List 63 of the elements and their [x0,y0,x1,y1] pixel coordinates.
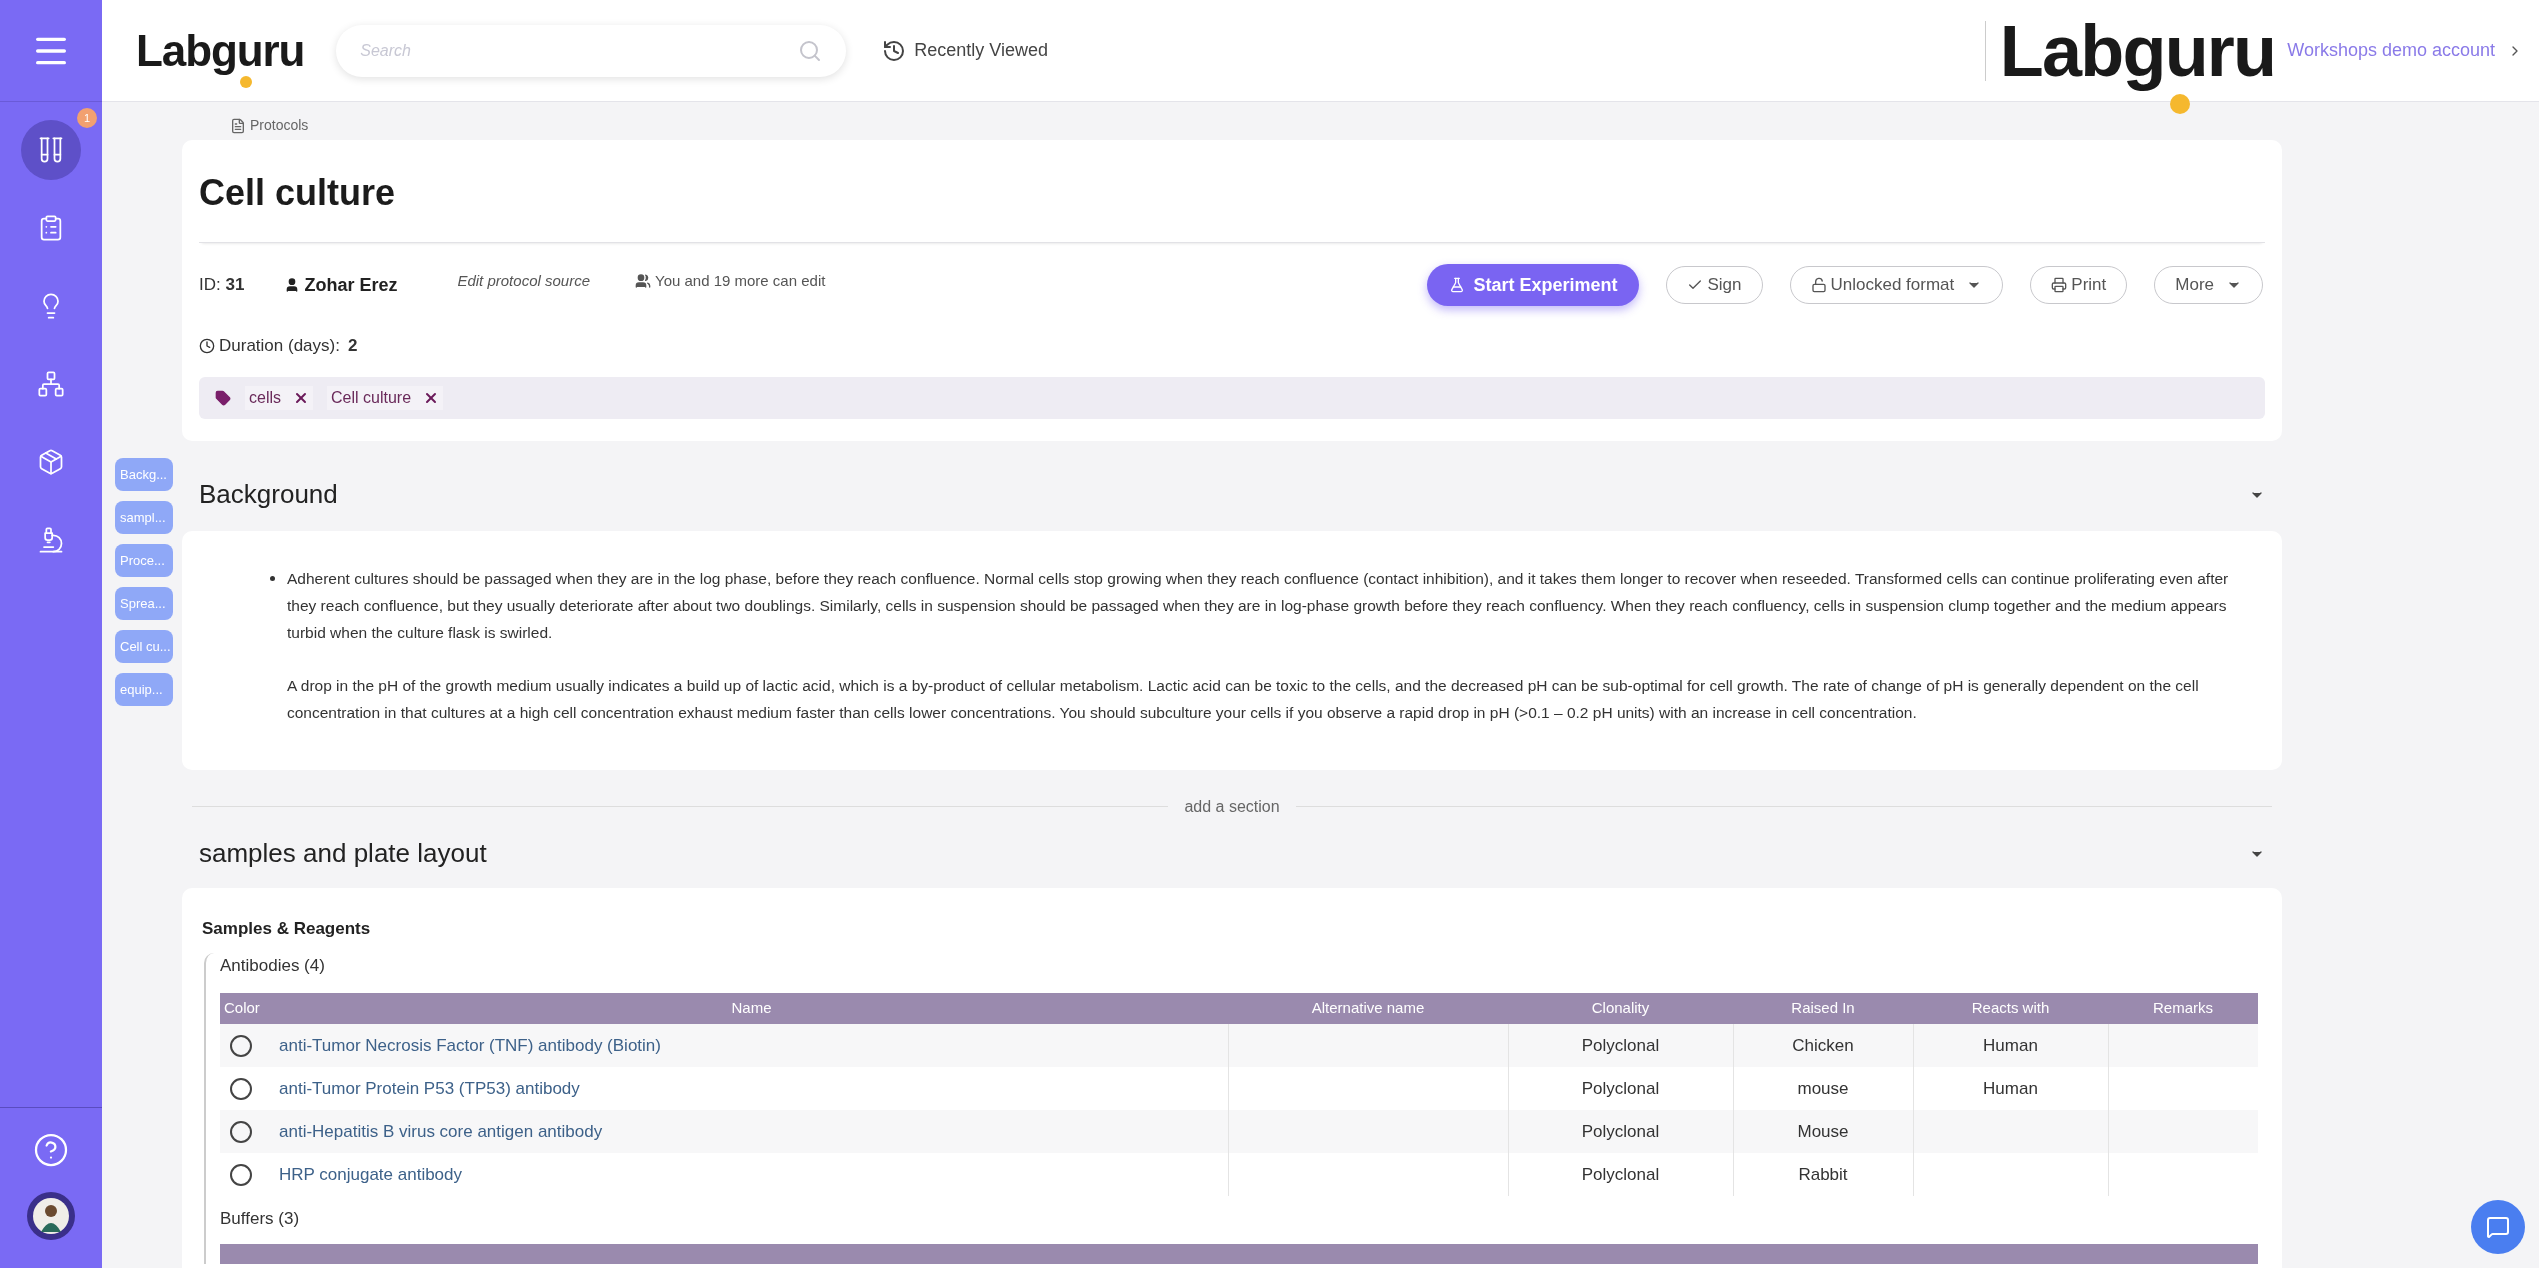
column-header: Remarks [2108,993,2258,1024]
printer-icon [2051,277,2068,293]
tag-chip[interactable]: cells [245,385,313,410]
editors-info: You and 19 more can edit [635,269,826,293]
column-header: Color [220,993,275,1024]
labguru-logo: Labguru [136,25,305,76]
edit-source-link[interactable]: Edit protocol source [457,269,590,293]
tag-chip[interactable]: Cell culture [327,385,444,410]
samples-heading: Samples & Reagents [202,917,372,940]
paragraph: A drop in the pH of the growth medium usually indicates a build up of lactic acid, which is a by-product of cellular metabolism. Lactic acid can be toxic to the cells, and the decreased pH can be sub-optimal for cell growth. The rate of change of pH is generally dependent on the cell concentration in that cultures at a high cell concentration exhaust medium faster than cells lower concentrations. You should subculture your cells if you observe a rapid drop in pH (>0.1 – 0.2 pH units) with an increase in cell concentration. [287,675,2200,723]
column-header: Raised In [1733,993,1913,1024]
color-radio[interactable] [230,1034,252,1057]
clock-icon [199,337,215,354]
protocol-id: ID: 31 [199,274,245,297]
table-cell: Polyclonal [1508,1153,1733,1196]
nav-item[interactable] [21,120,81,180]
antibody-link[interactable]: anti-Hepatitis B virus core antigen antibody [279,1121,603,1141]
table-cell: Rabbit [1733,1153,1913,1196]
color-radio[interactable] [230,1077,252,1100]
document-icon [230,117,246,134]
dot-icon [2169,93,2190,114]
protocol-title: Cell culture [199,166,2265,243]
color-radio[interactable] [230,1120,252,1143]
recently-viewed-button[interactable]: Recently Viewed [882,37,1049,64]
network-icon [37,370,65,398]
column-header: Clonality [1508,993,1733,1024]
section-title: Background [199,478,338,511]
column-header: Alternative name [1228,993,1508,1024]
test-tubes-icon [37,136,65,164]
box-icon [37,448,65,476]
antibody-link[interactable]: anti-Tumor Protein P53 (TP53) antibody [279,1078,580,1098]
duration: Duration (days): 2 [199,333,2265,359]
person-icon [33,1198,69,1234]
chat-button[interactable] [2471,1200,2525,1254]
bullet-icon [270,575,275,581]
microscope-icon [37,526,65,554]
users-icon [635,273,651,289]
history-icon [882,38,907,63]
antibody-link[interactable]: HRP conjugate antibody [279,1164,463,1184]
column-header: Reacts with [1913,993,2108,1024]
user-avatar[interactable] [27,1192,75,1240]
dot-icon [240,75,252,88]
color-radio[interactable] [230,1163,252,1186]
help-button[interactable] [33,1132,69,1168]
search-icon [798,38,823,63]
notification-badge: 1 [77,108,97,128]
author-name[interactable]: Zohar Erez [284,271,398,299]
help-icon [33,1132,69,1168]
group-title: Antibodies (4) [220,955,326,977]
add-section-button[interactable]: add a section [1184,794,1280,819]
labguru-logo: Labguru [1999,9,2276,93]
chat-icon [2486,1215,2510,1239]
account-link[interactable]: Workshops demo account [2287,37,2523,64]
section-title: samples and plate layout [199,837,487,870]
column-header: Name [275,993,1228,1024]
group-title: Buffers (3) [220,1208,301,1230]
tag-icon [215,389,231,406]
start-experiment-button[interactable]: Start Experiment [1427,264,1640,306]
paragraph: Adherent cultures should be passaged when they are in the log phase, before they reach confluence. Normal cells stop growing when they reach confluence (contact inhibition), and it takes them longer to recover when reseeded. Transformed cells can continue proliferating even after they reach confluence, but they usually deteriorate after about two doublings. Similarly, cells in suspension should be passaged when they are in log-phase growth before they reach confluency. When they reach confluency, cells in suspension clump together and the medium appears turbid when the culture flask is swirled. [287,568,2230,643]
unlocked-icon [1810,277,1827,293]
flask-icon [1449,277,1466,293]
breadcrumb[interactable]: Protocols [230,115,309,136]
antibody-link[interactable]: anti-Tumor Necrosis Factor (TNF) antibody (Biotin) [279,1035,661,1055]
